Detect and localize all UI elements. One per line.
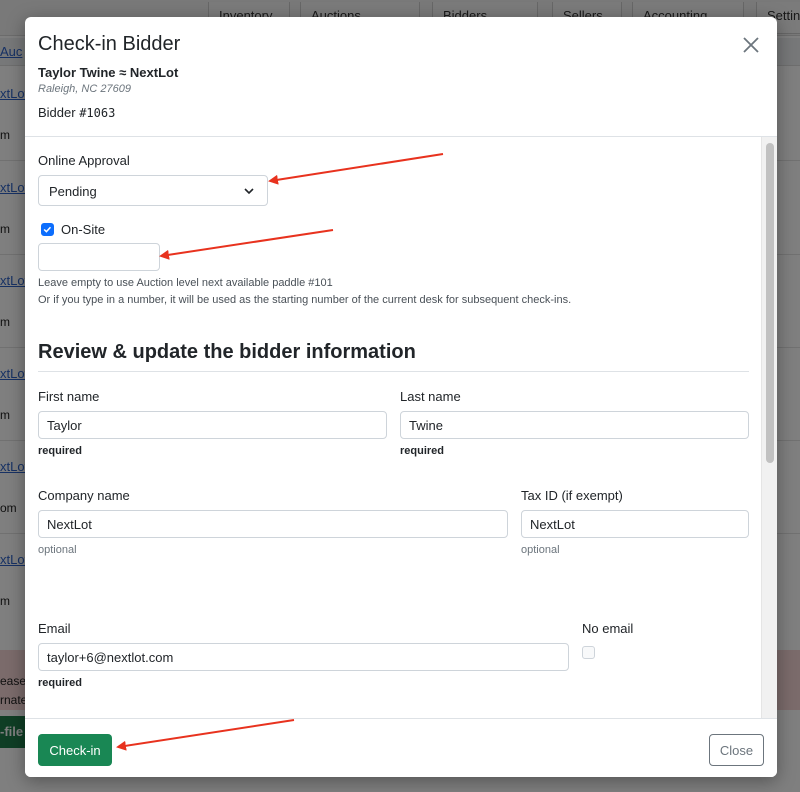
last-name-label: Last name	[400, 389, 461, 404]
company-name-input[interactable]	[38, 510, 508, 538]
no-email-checkbox[interactable]	[582, 646, 595, 659]
modal-header: Check-in Bidder Taylor Twine ≈ NextLot R…	[25, 17, 777, 137]
online-approval-value: Pending	[49, 184, 97, 199]
online-approval-label: Online Approval	[38, 153, 130, 168]
onsite-label: On-Site	[61, 222, 106, 237]
company-name-hint: optional	[38, 544, 77, 556]
modal-body: Online Approval Pending On-Site Leave em…	[25, 137, 777, 718]
first-name-label: First name	[38, 389, 100, 404]
section-title: Review & update the bidder information	[38, 341, 416, 363]
section-divider	[38, 371, 749, 372]
first-name-hint: required	[38, 445, 83, 457]
email-hint: required	[38, 677, 83, 689]
tax-id-hint: optional	[521, 544, 560, 556]
tax-id-label: Tax ID (if exempt)	[521, 488, 623, 503]
no-email-label: No email	[582, 621, 634, 636]
first-name-input[interactable]	[38, 411, 387, 439]
paddle-help-1: Leave empty to use Auction level next av…	[38, 277, 333, 289]
chevron-down-icon	[244, 188, 254, 195]
modal-footer: Check-in Close	[25, 718, 777, 777]
check-in-bidder-modal: Check-in Bidder Taylor Twine ≈ NextLot R…	[25, 17, 777, 777]
tax-id-input[interactable]	[521, 510, 749, 538]
bidder-name: Taylor Twine	[38, 65, 116, 80]
checkmark-icon	[43, 226, 52, 233]
bidder-separator: ≈	[119, 65, 127, 80]
modal-scrollbar[interactable]	[761, 137, 777, 718]
last-name-input[interactable]	[400, 411, 749, 439]
bidder-number: #1063	[79, 106, 116, 120]
email-label: Email	[38, 621, 71, 636]
bidder-number-line: Bidder #1063	[38, 105, 115, 120]
paddle-number-input[interactable]	[38, 243, 160, 271]
modal-title: Check-in Bidder	[38, 33, 181, 55]
bidder-number-label: Bidder	[38, 105, 76, 120]
scrollbar-thumb[interactable]	[766, 143, 774, 463]
bidder-location: Raleigh, NC 27609	[38, 83, 131, 95]
onsite-checkbox[interactable]	[41, 223, 54, 236]
last-name-hint: required	[400, 445, 445, 457]
bidder-name-line: Taylor Twine ≈ NextLot	[38, 65, 178, 80]
paddle-help-2: Or if you type in a number, it will be u…	[38, 294, 572, 306]
close-button[interactable]: Close	[709, 734, 764, 766]
online-approval-select[interactable]: Pending	[38, 175, 268, 206]
email-input[interactable]	[38, 643, 569, 671]
company-name-label: Company name	[38, 488, 130, 503]
bidder-company: NextLot	[129, 65, 179, 80]
check-in-button[interactable]: Check-in	[38, 734, 112, 766]
close-icon[interactable]	[741, 35, 761, 55]
